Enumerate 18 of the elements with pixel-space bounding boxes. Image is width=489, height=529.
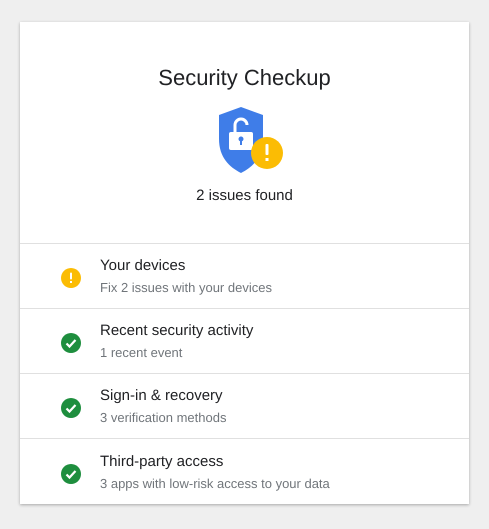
checkup-item[interactable]: Recent security activity 1 recent event xyxy=(20,309,469,374)
warning-icon xyxy=(61,268,81,288)
item-description: 3 apps with low-risk access to your data xyxy=(100,476,330,490)
checkmark-icon xyxy=(61,398,81,418)
issues-summary: 2 issues found xyxy=(196,187,293,204)
item-description: 1 recent event xyxy=(100,345,184,360)
item-title: Third-party access xyxy=(100,452,224,470)
checkup-item[interactable]: Third-party access 3 apps with low-risk access to your data xyxy=(20,439,469,504)
checkmark-icon xyxy=(61,464,81,484)
item-description: Fix 2 issues with your devices xyxy=(100,280,272,295)
checkmark-icon xyxy=(61,333,81,353)
item-title: Your devices xyxy=(100,257,186,274)
item-title: Sign-in & recovery xyxy=(100,387,224,404)
card-title: Security Checkup xyxy=(158,65,331,91)
item-title: Recent security activity xyxy=(100,322,254,339)
checkup-item[interactable]: Sign-in & recovery 3 verification methods xyxy=(20,374,469,439)
checkup-item[interactable]: Your devices Fix 2 issues with your devices xyxy=(20,244,469,309)
item-description: 3 verification methods xyxy=(100,410,226,425)
